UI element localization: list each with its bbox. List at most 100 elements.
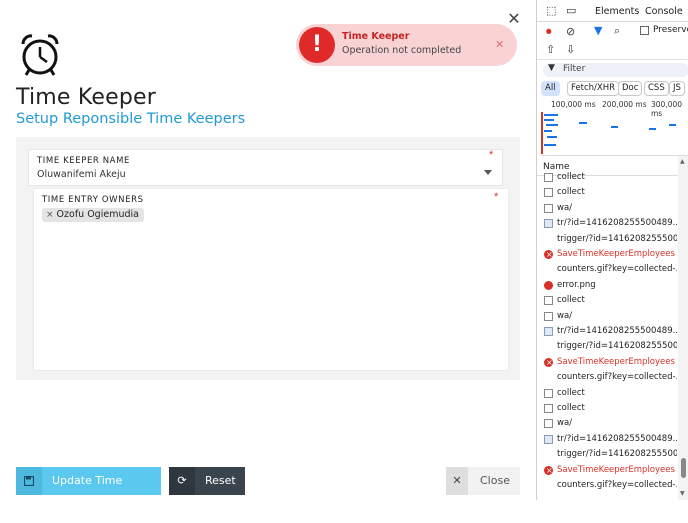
search-icon[interactable]: ⌕ (614, 24, 620, 38)
timeline-label: 100,000 ms (551, 100, 596, 109)
request-row[interactable]: counters.gif?key=collected-... (537, 478, 677, 493)
timeline-bar (579, 122, 587, 124)
chevron-down-icon[interactable] (484, 170, 492, 175)
document-icon (544, 388, 553, 398)
request-name: SaveTimeKeeperEmployees (557, 464, 675, 475)
time-entry-owners-field[interactable]: TIME ENTRY OWNERS * × Ozofu Ogiemudia (33, 188, 509, 371)
type-filter-row: All Fetch/XHR Doc CSS JS (541, 81, 688, 96)
record-icon[interactable]: ⏺ (546, 25, 552, 39)
request-row[interactable]: collect (537, 170, 677, 185)
request-name: wa/ (557, 202, 573, 213)
request-row[interactable]: wa/ (537, 309, 677, 324)
timeline-bar (669, 124, 676, 126)
download-icon[interactable]: ⇩ (566, 43, 575, 56)
clear-icon[interactable]: ⊘ (566, 25, 575, 38)
filter-icon[interactable]: ▼ (594, 24, 602, 37)
type-filter-css[interactable]: CSS (644, 81, 669, 96)
close-button[interactable]: ✕ Close (446, 467, 520, 495)
request-name: trigger/?id=1416208255500... (557, 449, 677, 460)
close-icon[interactable]: ✕ (495, 38, 504, 51)
type-filter-js[interactable]: JS (669, 81, 685, 96)
document-icon (544, 404, 553, 413)
upload-icon[interactable]: ⇧ (546, 43, 555, 56)
time-keeper-select[interactable]: TIME KEEPER NAME Oluwanifemi Akeju * (28, 149, 503, 186)
type-filter-fetch-xhr[interactable]: Fetch/XHR (567, 81, 620, 96)
request-row[interactable]: SaveTimeKeeperEmployees (537, 355, 677, 370)
devtools-tabbar: ⬚ ▭ Elements Console (537, 0, 688, 22)
request-name: collect (557, 295, 585, 306)
document-icon (544, 419, 553, 429)
type-filter-all[interactable]: All (541, 81, 560, 96)
refresh-icon: ⟳ (169, 467, 195, 495)
request-row[interactable]: wa/ (537, 416, 677, 431)
form-area: TIME KEEPER NAME Oluwanifemi Akeju * TIM… (16, 137, 520, 380)
device-toolbar-icon[interactable]: ▭ (566, 4, 576, 17)
filter-input[interactable]: ▼ Filter (543, 63, 688, 77)
scroll-down-icon[interactable]: ▼ (680, 490, 685, 497)
save-icon (16, 467, 42, 495)
request-row[interactable]: error.png (537, 278, 677, 293)
scroll-up-icon[interactable]: ▲ (680, 158, 685, 165)
scrollbar-thumb[interactable] (681, 458, 686, 478)
timeline-label: 200,000 ms (602, 100, 647, 109)
error-dot-icon (544, 280, 553, 290)
request-row[interactable]: tr/?id=1416208255500489... (537, 216, 677, 231)
request-list-scrollbar[interactable]: ▲ ▼ (678, 156, 688, 500)
close-icon: ✕ (446, 467, 468, 495)
network-toolbar: ⏺ ⊘ ▼ ⌕ Preserve (537, 22, 688, 42)
error-icon (544, 247, 553, 262)
document-icon (544, 296, 553, 306)
request-row[interactable]: trigger/?id=1416208255500... (537, 447, 677, 462)
page-title: Time Keeper (16, 85, 156, 110)
tab-console[interactable]: Console (645, 6, 683, 17)
request-name: collect (557, 187, 585, 198)
remove-chip-icon[interactable]: × (46, 210, 54, 220)
request-name: tr/?id=1416208255500489... (557, 326, 677, 336)
owner-chip: × Ozofu Ogiemudia (42, 208, 144, 222)
request-row[interactable]: collect (537, 185, 677, 200)
request-row[interactable]: trigger/?id=1416208255500... (537, 232, 677, 247)
request-name: tr/?id=1416208255500489... (557, 433, 677, 444)
update-time-keeper-button[interactable]: Update Time Keeper (16, 467, 161, 515)
image-icon (544, 327, 553, 336)
close-button-label: Close (480, 474, 510, 487)
request-name: counters.gif?key=collected-... (557, 372, 677, 383)
reset-button[interactable]: ⟳ Reset (169, 467, 245, 495)
preserve-log-label: Preserve (653, 25, 688, 35)
request-name: collect (557, 172, 585, 182)
time-entry-owners-label: TIME ENTRY OWNERS (42, 195, 144, 205)
request-row[interactable]: collect (537, 401, 677, 416)
timeline-bar (544, 130, 552, 132)
request-row[interactable]: counters.gif?key=collected-... (537, 262, 677, 277)
type-filter-doc[interactable]: Doc (618, 81, 643, 96)
preserve-log-checkbox[interactable] (640, 26, 649, 35)
time-keeper-label: TIME KEEPER NAME (37, 156, 131, 166)
close-icon[interactable]: ✕ (507, 12, 521, 28)
request-name: SaveTimeKeeperEmployees (557, 356, 675, 367)
network-timeline[interactable]: 100,000 ms 200,000 ms 300,000 ms (541, 100, 688, 156)
time-keeper-panel: ✕ Time Keeper Setup Reponsible Time Keep… (0, 0, 536, 515)
request-row[interactable]: SaveTimeKeeperEmployees (537, 463, 677, 478)
request-row[interactable]: counters.gif?key=collected-... (537, 370, 677, 385)
request-row[interactable]: tr/?id=1416208255500489... (537, 324, 677, 339)
timeline-bar (544, 114, 558, 116)
timeline-bar (649, 128, 656, 130)
tab-elements[interactable]: Elements (595, 6, 639, 17)
timeline-bar (544, 119, 554, 121)
update-button-label: Update Time Keeper (52, 474, 123, 515)
request-row[interactable]: wa/ (537, 201, 677, 216)
document-icon (544, 203, 553, 213)
request-name: wa/ (557, 310, 573, 321)
request-row[interactable]: collect (537, 293, 677, 308)
time-keeper-value: Oluwanifemi Akeju (37, 169, 126, 180)
error-icon (544, 355, 553, 370)
request-name: error.png (557, 279, 596, 290)
request-row[interactable]: collect (537, 386, 677, 401)
request-row[interactable]: trigger/?id=1416208255500... (537, 339, 677, 354)
request-row[interactable]: tr/?id=1416208255500489... (537, 432, 677, 447)
alarm-clock-icon (21, 34, 59, 76)
request-row[interactable]: SaveTimeKeeperEmployees (537, 247, 677, 262)
error-icon: ! (299, 27, 335, 63)
inspect-element-icon[interactable]: ⬚ (546, 4, 556, 17)
document-icon (544, 311, 553, 321)
